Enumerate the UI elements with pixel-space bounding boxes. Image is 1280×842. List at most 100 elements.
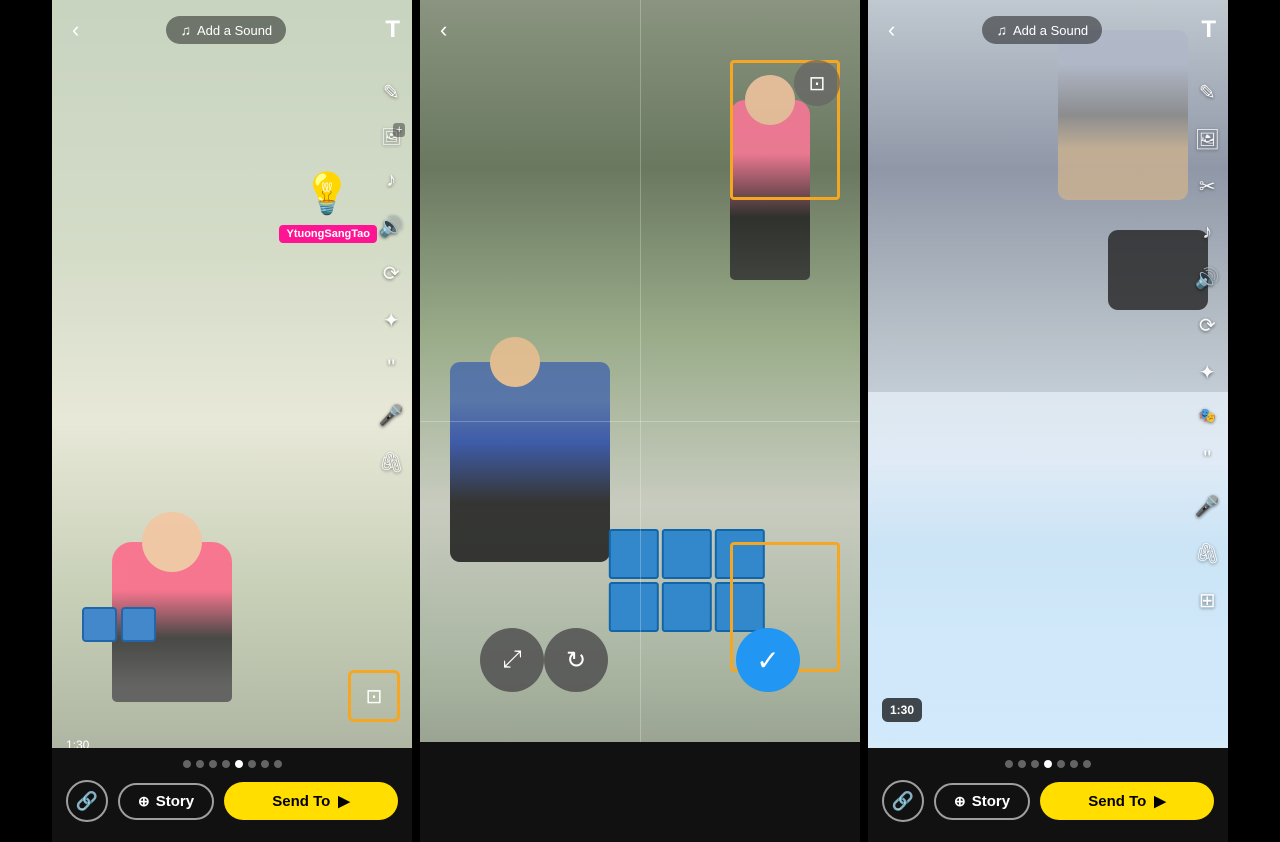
toy-boxes <box>82 607 156 642</box>
right-text-tool-header[interactable]: T <box>1201 16 1216 44</box>
middle-panel: ⊡ ‹ ⤢ ↻ ✓ <box>420 0 860 842</box>
left-mic-tool[interactable]: 🎤 <box>379 403 404 428</box>
check-icon: ✓ <box>756 644 779 677</box>
rotate-icon: ↻ <box>566 646 586 675</box>
middle-back-button[interactable]: ‹ <box>432 11 455 49</box>
middle-bottom-controls: ⤢ ↻ ✓ <box>420 628 860 692</box>
mid-box-6 <box>715 582 765 632</box>
right-bottom-bar: 🔗 ⊕ Story Send To ▶ <box>868 748 1228 842</box>
child-floor-figure <box>1108 230 1208 310</box>
right-header: ‹ ♫ Add a Sound T <box>868 0 1228 60</box>
middle-crop-tool-button[interactable]: ⊡ <box>794 60 840 106</box>
mid-box-3 <box>715 529 765 579</box>
right-story-icon: ⊕ <box>954 793 966 810</box>
left-panel: 💡 YtuongSangTao ‹ ♫ Add a Sound T ✎ + 🖼 … <box>52 0 412 842</box>
right-dot-4-active <box>1044 760 1052 768</box>
dot-5-active <box>235 760 243 768</box>
dot-7 <box>261 760 269 768</box>
brand-sticker[interactable]: YtuongSangTao <box>279 225 377 243</box>
left-music-tool[interactable]: ♪ <box>386 169 396 192</box>
right-back-button[interactable]: ‹ <box>880 11 903 49</box>
right-dot-1 <box>1005 760 1013 768</box>
box2 <box>121 607 156 642</box>
left-magic-tool[interactable]: ✦ <box>383 308 400 333</box>
right-story-button[interactable]: ⊕ Story <box>934 783 1030 820</box>
right-bottom-actions: 🔗 ⊕ Story Send To ▶ <box>882 780 1214 822</box>
right-link2-tool[interactable]: 🖇 <box>1195 541 1220 566</box>
right-pen-tool[interactable]: ✎ <box>1199 80 1216 105</box>
right-sticker-tool[interactable]: 🖼 <box>1195 127 1220 152</box>
confirm-button[interactable]: ✓ <box>736 628 800 692</box>
right-dot-3 <box>1031 760 1039 768</box>
left-bottom-bar: 🔗 ⊕ Story Send To ▶ <box>52 748 412 842</box>
right-grid-tool[interactable]: ⊞ <box>1199 588 1216 613</box>
left-pen-tool[interactable]: ✎ <box>383 80 400 105</box>
right-dot-2 <box>1018 760 1026 768</box>
left-timer-tool[interactable]: ⟳ <box>383 261 400 286</box>
left-link-button[interactable]: 🔗 <box>66 780 108 822</box>
left-add-sound-button[interactable]: ♫ Add a Sound <box>166 16 286 44</box>
middle-bottom-bar <box>420 742 860 842</box>
left-crop-box[interactable]: ⊡ <box>348 670 400 722</box>
right-video-area: ‹ ♫ Add a Sound T ✎ 🖼 ✂ ♪ 🔊 ⟳ ✦ 🎭 " 🎤 🖇 … <box>868 0 1228 842</box>
left-send-to-icon: ▶ <box>338 792 350 810</box>
left-toolbar: ✎ + 🖼 ♪ 🔊 ⟳ ✦ " 🎤 🖇 <box>379 80 404 475</box>
right-mic-tool[interactable]: 🎤 <box>1195 494 1220 519</box>
left-crop-icon[interactable]: ⊡ <box>348 670 400 722</box>
box1 <box>82 607 117 642</box>
left-send-to-button[interactable]: Send To ▶ <box>224 782 398 820</box>
middle-horizontal-line <box>420 421 860 422</box>
right-link-button[interactable]: 🔗 <box>882 780 924 822</box>
right-scissors-tool[interactable]: ✂ <box>1199 174 1216 199</box>
left-quote-tool[interactable]: " <box>387 355 395 381</box>
dot-6 <box>248 760 256 768</box>
expand-icon: ⤢ <box>502 646 521 674</box>
play-mat <box>868 392 1228 742</box>
left-progress-dots <box>66 760 398 768</box>
left-story-button[interactable]: ⊕ Story <box>118 783 214 820</box>
expand-button[interactable]: ⤢ <box>480 628 544 692</box>
right-story-label: Story <box>972 793 1010 810</box>
left-story-icon: ⊕ <box>138 793 150 810</box>
adult-figure-mid <box>450 362 610 562</box>
dot-8 <box>274 760 282 768</box>
right-magic-tool[interactable]: ✦ <box>1199 360 1216 385</box>
dot-2 <box>196 760 204 768</box>
lightbulb-sticker[interactable]: 💡 <box>302 170 352 217</box>
right-add-sound-label: Add a Sound <box>1013 23 1088 38</box>
right-send-to-button[interactable]: Send To ▶ <box>1040 782 1214 820</box>
left-back-button[interactable]: ‹ <box>64 11 87 49</box>
dot-4 <box>222 760 230 768</box>
left-music-icon: ♫ <box>180 22 191 38</box>
mid-box-1 <box>609 529 659 579</box>
middle-header: ‹ <box>420 0 860 60</box>
left-video-area: 💡 YtuongSangTao ‹ ♫ Add a Sound T ✎ + 🖼 … <box>52 0 412 842</box>
mid-box-2 <box>662 529 712 579</box>
left-link-tool[interactable]: 🖇 <box>379 450 404 475</box>
right-music-tool[interactable]: ♪ <box>1202 221 1212 244</box>
left-sticker-tool[interactable]: + 🖼 <box>381 127 401 147</box>
child-stand-figure <box>730 100 810 280</box>
mid-box-4 <box>609 582 659 632</box>
right-timestamp-box: 1:30 <box>882 698 922 722</box>
middle-video-area: ⊡ ‹ ⤢ ↻ ✓ <box>420 0 860 842</box>
right-toolbar: ✎ 🖼 ✂ ♪ 🔊 ⟳ ✦ 🎭 " 🎤 🖇 ⊞ <box>1195 80 1220 613</box>
left-story-label: Story <box>156 793 194 810</box>
right-timer-tool[interactable]: ⟳ <box>1199 313 1216 338</box>
right-send-to-label: Send To <box>1088 793 1146 810</box>
right-quote-tool[interactable]: " <box>1203 446 1211 472</box>
left-bottom-actions: 🔗 ⊕ Story Send To ▶ <box>66 780 398 822</box>
right-dot-5 <box>1057 760 1065 768</box>
left-volume-tool[interactable]: 🔊 <box>379 214 404 239</box>
right-volume-tool[interactable]: 🔊 <box>1195 266 1220 291</box>
dot-1 <box>183 760 191 768</box>
left-crop-symbol: ⊡ <box>366 684 383 709</box>
rotate-button[interactable]: ↻ <box>544 628 608 692</box>
right-sticker2-tool[interactable]: 🎭 <box>1199 407 1216 424</box>
left-text-tool-header[interactable]: T <box>385 16 400 44</box>
mid-box-5 <box>662 582 712 632</box>
right-dot-7 <box>1083 760 1091 768</box>
dot-3 <box>209 760 217 768</box>
right-add-sound-button[interactable]: ♫ Add a Sound <box>982 16 1102 44</box>
right-send-to-icon: ▶ <box>1154 792 1166 810</box>
